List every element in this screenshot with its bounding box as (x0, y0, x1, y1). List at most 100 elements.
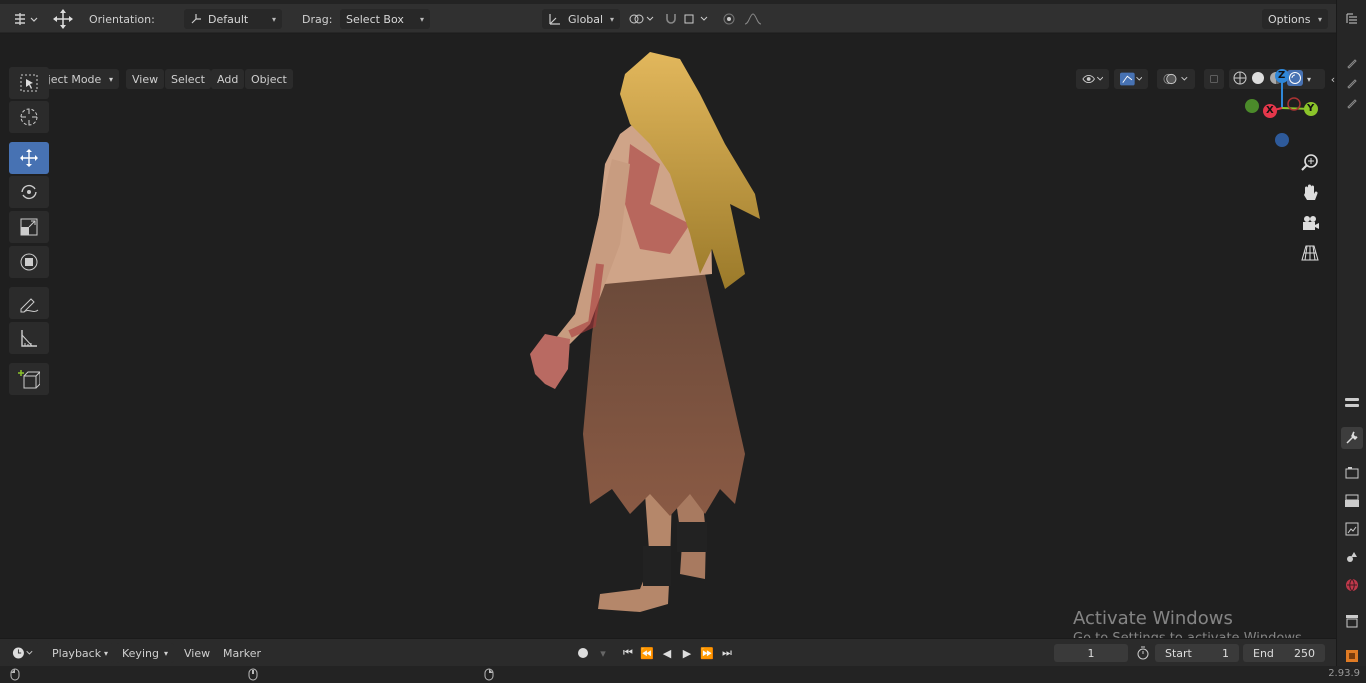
3d-viewport[interactable]: Object Mode ▾ View Select Add Object ▾ (0, 34, 1336, 638)
transform-tool-icon (20, 253, 38, 271)
annotation-icon[interactable] (1341, 52, 1363, 74)
snap-button[interactable] (662, 9, 712, 29)
camera-icon (1303, 216, 1319, 230)
chevron-down-icon: ▾ (1317, 14, 1322, 24)
character-model (530, 52, 760, 612)
mouse-right-icon (484, 668, 494, 683)
proportional-editing-button[interactable] (718, 9, 768, 29)
gizmo-neg-z[interactable] (1275, 133, 1289, 147)
jump-start-button[interactable]: ⏮ (619, 644, 637, 662)
object-properties-icon[interactable] (1341, 645, 1363, 667)
render-properties-icon[interactable] (1341, 462, 1363, 484)
overlays-toggle[interactable] (1157, 69, 1195, 89)
pencil-icon (20, 298, 39, 313)
orientation-icon (191, 14, 201, 24)
keyframe-type-icon[interactable]: ▾ (594, 644, 612, 662)
navigation-gizmo[interactable]: Z Y X (1240, 66, 1324, 150)
editor-type-button[interactable] (10, 9, 40, 29)
hand-icon (1304, 184, 1318, 200)
chevron-down-icon: ▾ (108, 74, 113, 84)
world-properties-icon[interactable] (1341, 574, 1363, 596)
ruler-icon (21, 330, 37, 347)
collection-properties-icon[interactable] (1341, 610, 1363, 632)
watermark-title: Activate Windows (1073, 608, 1233, 629)
options-dropdown[interactable]: Options ▾ (1262, 9, 1328, 29)
add-cube-tool[interactable] (9, 363, 49, 395)
orientation-dropdown[interactable]: Default ▾ (184, 9, 282, 29)
chevron-down-icon: ▾ (163, 648, 168, 658)
menu-select[interactable]: Select (165, 69, 211, 89)
gizmo-icon (1120, 72, 1142, 86)
play-button[interactable]: ▶ (678, 644, 696, 662)
outliner-icon[interactable] (1341, 8, 1363, 30)
xray-toggle[interactable] (1204, 69, 1224, 89)
proportional-icon (723, 13, 762, 25)
scene-properties-icon[interactable] (1341, 546, 1363, 568)
drag-dropdown[interactable]: Select Box ▾ (340, 9, 430, 29)
output-properties-icon[interactable] (1341, 490, 1363, 512)
timeline-view-menu[interactable]: View (178, 643, 216, 663)
annotate-tool[interactable] (9, 287, 49, 319)
camera-view-button[interactable] (1297, 210, 1323, 236)
select-box-tool[interactable] (9, 67, 49, 99)
wrench-icon[interactable] (1341, 427, 1363, 449)
current-frame-field[interactable]: 1 (1054, 644, 1128, 662)
record-button[interactable] (574, 644, 592, 662)
next-keyframe-button[interactable]: ⏩ (698, 644, 716, 662)
timeline-editor-type[interactable] (6, 643, 40, 663)
eye-icon (1082, 74, 1103, 84)
menu-view[interactable]: View (126, 69, 165, 89)
drag-value: Select Box (346, 12, 404, 26)
pivot-point-button[interactable] (626, 9, 658, 29)
magnet-icon (666, 14, 708, 24)
menu-add[interactable]: Add (211, 69, 245, 89)
gizmo-toggle[interactable] (1114, 69, 1148, 89)
move-tool-icon[interactable] (50, 9, 76, 29)
start-value: 1 (1222, 646, 1229, 660)
transform-tool[interactable] (9, 246, 49, 278)
start-frame-field[interactable]: Start 1 (1155, 644, 1239, 662)
scale-tool[interactable] (9, 211, 49, 243)
overlay-icon (1163, 73, 1188, 85)
end-frame-field[interactable]: End 250 (1243, 644, 1325, 662)
transform-icon (15, 13, 38, 25)
jump-end-button[interactable]: ⏭ (718, 644, 736, 662)
play-reverse-button[interactable]: ◀ (658, 644, 676, 662)
gizmo-z-label: Z (1278, 70, 1286, 81)
workspace-tabs-strip (0, 0, 1366, 4)
menu-object[interactable]: Object (245, 69, 293, 89)
zoom-icon (1301, 154, 1318, 171)
chevron-down-icon: ▾ (271, 14, 276, 24)
cursor-tool[interactable] (9, 101, 49, 133)
end-value: 250 (1294, 646, 1315, 660)
cursor-icon (20, 108, 38, 126)
pan-button[interactable] (1297, 180, 1323, 206)
prev-keyframe-button[interactable]: ⏪ (638, 644, 656, 662)
tool-properties-icon[interactable] (1341, 392, 1363, 414)
keying-menu[interactable]: Keying ▾ (116, 643, 174, 663)
transform-orientation-dropdown[interactable]: Global ▾ (542, 9, 620, 29)
move-icon (20, 149, 38, 167)
zoom-button[interactable] (1297, 150, 1323, 176)
rotate-tool[interactable] (9, 176, 49, 208)
marker-menu[interactable]: Marker (217, 643, 267, 663)
sidebar-expand-icon[interactable]: ‹ (1322, 68, 1344, 90)
options-label: Options (1268, 12, 1311, 26)
keying-label: Keying (122, 646, 159, 660)
orientation-value: Default (208, 12, 249, 26)
perspective-toggle[interactable] (1297, 240, 1323, 266)
measure-tool[interactable] (9, 322, 49, 354)
playback-menu[interactable]: Playback ▾ (46, 643, 114, 663)
view-layer-icon[interactable] (1341, 518, 1363, 540)
visibility-dropdown[interactable] (1076, 69, 1109, 89)
gizmo-neg-y[interactable] (1245, 99, 1259, 113)
annotation-icon[interactable] (1341, 92, 1363, 114)
status-bar: 2.93.9 (0, 666, 1366, 683)
mouse-left-icon (10, 668, 20, 683)
gizmo-y-label: Y (1307, 103, 1315, 114)
move-tool[interactable] (9, 142, 49, 174)
start-label: Start (1165, 646, 1192, 660)
end-label: End (1253, 646, 1274, 660)
annotation-icon[interactable] (1341, 72, 1363, 94)
stopwatch-icon[interactable] (1134, 644, 1152, 662)
